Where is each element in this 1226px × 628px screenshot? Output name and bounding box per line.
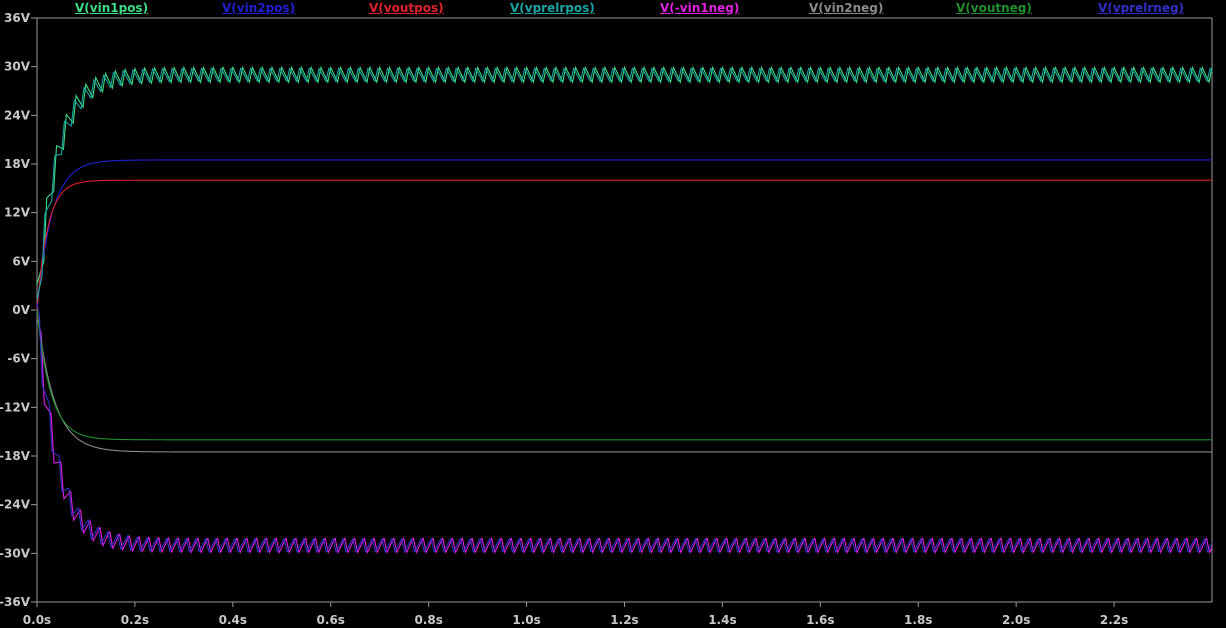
x-tick-label: 0.6s xyxy=(317,613,345,627)
y-tick-label: -36V xyxy=(0,595,31,609)
y-tick-label: -30V xyxy=(0,546,31,560)
legend-item-voutneg[interactable]: V(voutneg) xyxy=(956,1,1032,15)
x-tick-label: 0.0s xyxy=(23,613,51,627)
y-tick-label: 18V xyxy=(4,157,31,171)
x-tick-label: 0.8s xyxy=(414,613,442,627)
legend-item-vin2neg[interactable]: V(vin2neg) xyxy=(809,1,883,15)
legend: V(vin1pos) V(vin2pos) V(voutpos) V(vprel… xyxy=(0,0,1226,16)
y-tick-label: 6V xyxy=(12,254,30,268)
y-tick-label: -6V xyxy=(7,352,30,366)
y-tick-label: -24V xyxy=(0,498,31,512)
plot-background xyxy=(0,0,1226,628)
x-tick-label: 1.0s xyxy=(512,613,540,627)
y-tick-label: -12V xyxy=(0,400,31,414)
legend-item-vin2pos[interactable]: V(vin2pos) xyxy=(222,1,295,15)
plot-area: 36V30V24V18V12V6V0V-6V-12V-18V-24V-30V-3… xyxy=(0,0,1226,628)
x-tick-label: 1.2s xyxy=(610,613,638,627)
legend-item-voutpos[interactable]: V(voutpos) xyxy=(369,1,444,15)
legend-item-vprelrpos[interactable]: V(vprelrpos) xyxy=(510,1,595,15)
x-tick-label: 0.4s xyxy=(219,613,247,627)
y-tick-label: -18V xyxy=(0,449,31,463)
x-tick-label: 1.4s xyxy=(708,613,736,627)
y-tick-label: 12V xyxy=(4,206,31,220)
legend-item-vprelrneg[interactable]: V(vprelrneg) xyxy=(1098,1,1184,15)
x-tick-label: 2.2s xyxy=(1100,613,1128,627)
y-tick-label: 30V xyxy=(4,60,31,74)
x-tick-label: 0.2s xyxy=(121,613,149,627)
y-tick-label: 0V xyxy=(12,303,30,317)
x-tick-label: 1.6s xyxy=(806,613,834,627)
x-tick-label: 1.8s xyxy=(904,613,932,627)
x-tick-label: 2.0s xyxy=(1002,613,1030,627)
y-tick-label: 24V xyxy=(4,108,31,122)
legend-item-vin1neg[interactable]: V(-vin1neg) xyxy=(660,1,739,15)
legend-item-vin1pos[interactable]: V(vin1pos) xyxy=(75,1,148,15)
